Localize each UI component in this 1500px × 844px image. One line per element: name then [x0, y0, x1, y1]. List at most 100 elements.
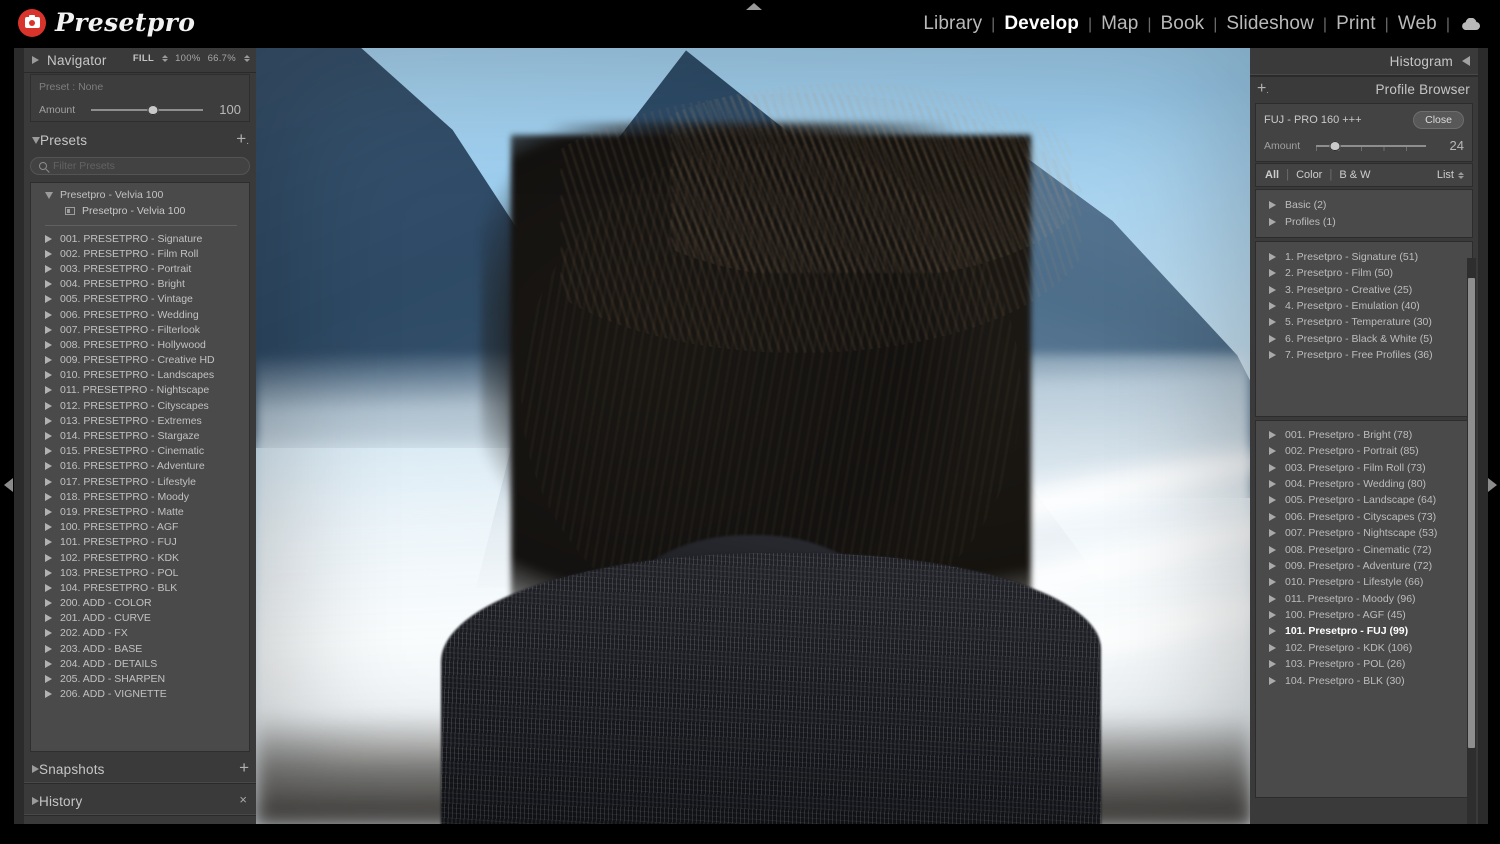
preset-list[interactable]: Presetpro - Velvia 100 Presetpro - Velvi… — [30, 182, 250, 752]
preset-filter-input[interactable]: Filter Presets — [30, 157, 250, 175]
profile-group[interactable]: 6. Presetpro - Black & White (5) — [1256, 331, 1472, 347]
slider-handle[interactable] — [1329, 140, 1341, 151]
preset-group[interactable]: 007. PRESETPRO - Filterlook — [31, 322, 249, 337]
zoom-fill-stepper-icon[interactable] — [162, 55, 169, 62]
right-panel-collapse-icon[interactable] — [1488, 478, 1497, 492]
profile-pack[interactable]: 007. Presetpro - Nightscape (53) — [1256, 525, 1472, 541]
profile-pack-list[interactable]: 001. Presetpro - Bright (78) 002. Presetp… — [1255, 419, 1473, 798]
profile-amount-slider[interactable] — [1316, 140, 1426, 151]
profile-pack[interactable]: 008. Presetpro - Cinematic (72) — [1256, 541, 1472, 557]
profile-pack[interactable]: 104. Presetpro - BLK (30) — [1256, 672, 1472, 688]
add-snapshot-button[interactable]: + — [239, 759, 249, 776]
close-profile-button[interactable]: Close — [1413, 111, 1464, 129]
preset-group[interactable]: 013. PRESETPRO - Extremes — [31, 413, 249, 428]
preset-group-open[interactable]: Presetpro - Velvia 100 — [31, 187, 249, 203]
profile-pack[interactable]: 100. Presetpro - AGF (45) — [1256, 607, 1472, 623]
filter-color[interactable]: Color — [1289, 169, 1329, 181]
preset-item[interactable]: Presetpro - Velvia 100 — [31, 203, 249, 219]
module-map[interactable]: Map — [1092, 13, 1147, 35]
profile-pack[interactable]: 102. Presetpro - KDK (106) — [1256, 640, 1472, 656]
preset-group[interactable]: 009. PRESETPRO - Creative HD — [31, 353, 249, 368]
preset-group[interactable]: 103. PRESETPRO - POL — [31, 565, 249, 580]
histogram-header[interactable]: Histogram — [1250, 48, 1478, 74]
profile-pack[interactable]: 101. Presetpro - FUJ (99) — [1256, 623, 1472, 639]
zoom-fit-label[interactable]: 66.7% — [208, 53, 236, 64]
preset-group[interactable]: 004. PRESETPRO - Bright — [31, 277, 249, 292]
profile-group[interactable]: Profiles (1) — [1256, 213, 1472, 229]
profile-pack[interactable]: 002. Presetpro - Portrait (85) — [1256, 443, 1472, 459]
profile-list-scrollbar[interactable] — [1467, 258, 1476, 824]
preset-group[interactable]: 014. PRESETPRO - Stargaze — [31, 428, 249, 443]
module-print[interactable]: Print — [1327, 13, 1385, 35]
snapshots-header[interactable]: Snapshots + — [24, 756, 256, 782]
preset-group[interactable]: 006. PRESETPRO - Wedding — [31, 307, 249, 322]
chevron-left-icon[interactable] — [1462, 56, 1470, 66]
profile-group[interactable]: 3. Presetpro - Creative (25) — [1256, 282, 1472, 298]
profile-group[interactable]: 5. Presetpro - Temperature (30) — [1256, 314, 1472, 330]
preset-group[interactable]: 201. ADD - CURVE — [31, 611, 249, 626]
filter-all[interactable]: All — [1265, 169, 1286, 181]
profile-group[interactable]: 1. Presetpro - Signature (51) — [1256, 249, 1472, 265]
app-logo[interactable]: Presetpro — [18, 8, 195, 37]
preset-group[interactable]: 001. PRESETPRO - Signature — [31, 231, 249, 246]
module-slideshow[interactable]: Slideshow — [1217, 13, 1323, 35]
profile-pack[interactable]: 001. Presetpro - Bright (78) — [1256, 427, 1472, 443]
profile-pack[interactable]: 005. Presetpro - Landscape (64) — [1256, 492, 1472, 508]
preset-group[interactable]: 005. PRESETPRO - Vintage — [31, 292, 249, 307]
history-header[interactable]: History × — [24, 788, 256, 814]
zoom-fill-label[interactable]: FILL — [133, 53, 154, 64]
profile-group[interactable]: 4. Presetpro - Emulation (40) — [1256, 298, 1472, 314]
navigator-header[interactable]: Navigator FILL 100% 66.7% — [24, 48, 256, 72]
preset-group[interactable]: 011. PRESETPRO - Nightscape — [31, 383, 249, 398]
preset-group[interactable]: 203. ADD - BASE — [31, 641, 249, 656]
filter-bw[interactable]: B & W — [1332, 169, 1377, 181]
profile-group[interactable]: Basic (2) — [1256, 197, 1472, 213]
profile-pack[interactable]: 010. Presetpro - Lifestyle (66) — [1256, 574, 1472, 590]
scrollbar-thumb[interactable] — [1468, 278, 1475, 748]
profile-group[interactable]: 2. Presetpro - Film (50) — [1256, 265, 1472, 281]
preset-amount-slider[interactable] — [91, 104, 203, 115]
preset-group[interactable]: 002. PRESETPRO - Film Roll — [31, 246, 249, 261]
module-library[interactable]: Library — [914, 13, 991, 35]
add-profile-button[interactable]: +. — [1257, 80, 1269, 98]
preset-group[interactable]: 101. PRESETPRO - FUJ — [31, 535, 249, 550]
preset-group[interactable]: 010. PRESETPRO - Landscapes — [31, 368, 249, 383]
preset-group[interactable]: 016. PRESETPRO - Adventure — [31, 459, 249, 474]
preset-group[interactable]: 003. PRESETPRO - Portrait — [31, 261, 249, 276]
profile-browser-header[interactable]: +. Profile Browser — [1250, 76, 1478, 102]
cloud-icon[interactable] — [1450, 15, 1486, 37]
preset-group[interactable]: 102. PRESETPRO - KDK — [31, 550, 249, 565]
add-preset-button[interactable]: +. — [236, 130, 249, 150]
profile-pack[interactable]: 009. Presetpro - Adventure (72) — [1256, 558, 1472, 574]
module-web[interactable]: Web — [1389, 13, 1446, 35]
image-viewer[interactable] — [256, 48, 1250, 824]
preset-group[interactable]: 018. PRESETPRO - Moody — [31, 489, 249, 504]
basic-profile-groups[interactable]: Basic (2) Profiles (1) — [1255, 189, 1473, 238]
profile-pack[interactable]: 006. Presetpro - Cityscapes (73) — [1256, 509, 1472, 525]
preset-group[interactable]: 104. PRESETPRO - BLK — [31, 580, 249, 595]
preset-group[interactable]: 206. ADD - VIGNETTE — [31, 687, 249, 702]
preset-group[interactable]: 100. PRESETPRO - AGF — [31, 520, 249, 535]
clear-history-button[interactable]: × — [239, 793, 247, 807]
preset-group[interactable]: 019. PRESETPRO - Matte — [31, 504, 249, 519]
preset-group[interactable]: 012. PRESETPRO - Cityscapes — [31, 398, 249, 413]
presetpro-profile-groups[interactable]: 1. Presetpro - Signature (51) 2. Presetpr… — [1255, 240, 1473, 417]
collections-header[interactable]: Collections + — [24, 820, 256, 824]
preset-group[interactable]: 008. PRESETPRO - Hollywood — [31, 337, 249, 352]
preset-group[interactable]: 017. PRESETPRO - Lifestyle — [31, 474, 249, 489]
left-panel-collapse-icon[interactable] — [4, 478, 13, 492]
zoom-100-label[interactable]: 100% — [175, 53, 201, 64]
preset-group[interactable]: 200. ADD - COLOR — [31, 596, 249, 611]
profile-pack[interactable]: 011. Presetpro - Moody (96) — [1256, 591, 1472, 607]
slider-handle[interactable] — [147, 104, 159, 115]
profile-pack[interactable]: 103. Presetpro - POL (26) — [1256, 656, 1472, 672]
profile-pack[interactable]: 003. Presetpro - Film Roll (73) — [1256, 460, 1472, 476]
module-develop[interactable]: Develop — [995, 13, 1088, 35]
preset-group[interactable]: 015. PRESETPRO - Cinematic — [31, 444, 249, 459]
preset-group[interactable]: 202. ADD - FX — [31, 626, 249, 641]
zoom-fit-stepper-icon[interactable] — [244, 55, 250, 62]
preset-group[interactable]: 204. ADD - DETAILS — [31, 656, 249, 671]
top-panel-toggle-icon[interactable] — [746, 3, 762, 10]
preset-group[interactable]: 205. ADD - SHARPEN — [31, 671, 249, 686]
profile-pack[interactable]: 004. Presetpro - Wedding (80) — [1256, 476, 1472, 492]
